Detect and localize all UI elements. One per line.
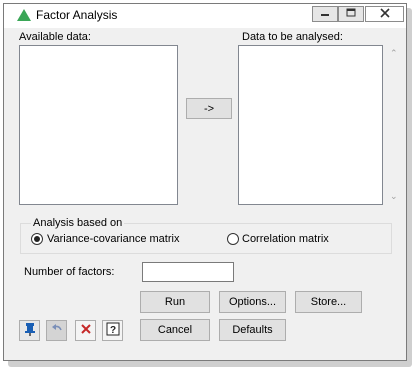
svg-text:?: ? [109,325,115,336]
help-button[interactable]: ? [102,320,123,341]
maximize-icon [346,8,356,20]
correlation-matrix-label[interactable]: Correlation matrix [242,233,329,245]
run-button[interactable]: Run [140,291,210,313]
clear-icon [80,323,92,338]
window-title: Factor Analysis [36,8,118,22]
scroll-up-icon[interactable]: ⌃ [390,48,398,59]
title-bar[interactable]: Factor Analysis [4,4,406,28]
data-to-analyse-label: Data to be analysed: [242,31,343,43]
pin-button[interactable] [19,320,40,341]
available-data-label: Available data: [19,31,91,43]
close-icon [379,7,390,21]
variance-covariance-radio[interactable] [31,233,43,245]
variance-covariance-label[interactable]: Variance-covariance matrix [47,233,179,245]
correlation-matrix-radio[interactable] [227,233,239,245]
pin-icon [23,322,37,339]
undo-button[interactable] [46,320,67,341]
maximize-button[interactable] [338,6,364,22]
minimize-icon [320,8,330,20]
app-logo-icon [16,8,32,25]
minimize-button[interactable] [312,6,338,22]
number-of-factors-label: Number of factors: [24,266,115,278]
clear-button[interactable] [75,320,96,341]
transfer-button[interactable]: -> [186,98,232,119]
undo-icon [50,322,64,339]
store-button[interactable]: Store... [295,291,362,313]
available-data-list[interactable] [19,45,178,205]
data-to-analyse-list[interactable] [238,45,383,205]
options-button[interactable]: Options... [219,291,286,313]
analysis-based-on-legend: Analysis based on [31,217,125,229]
scroll-down-icon[interactable]: ⌄ [390,191,398,202]
factor-analysis-dialog: Factor Analysis Available data: Data to … [3,3,407,361]
cancel-button[interactable]: Cancel [140,319,210,341]
number-of-factors-input[interactable] [142,262,234,282]
defaults-button[interactable]: Defaults [219,319,286,341]
close-button[interactable] [365,6,404,22]
help-icon: ? [106,322,120,339]
